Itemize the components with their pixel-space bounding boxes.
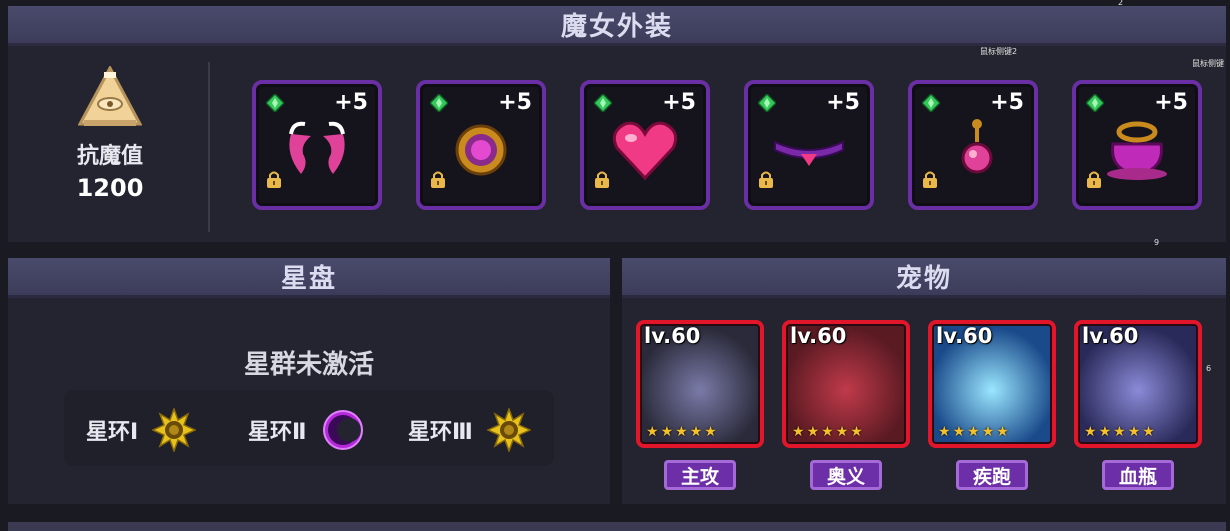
ring-3[interactable]: 星环Ⅲ — [408, 408, 531, 452]
debug-label: 9 — [1154, 238, 1160, 247]
costume-title: 魔女外装 — [560, 12, 673, 42]
pot-icon — [1107, 121, 1167, 180]
costume-slot[interactable]: +5 — [744, 80, 874, 210]
sun-icon — [486, 408, 531, 452]
slot-level: +5 — [1154, 90, 1188, 115]
pet-stars: ★ ★ ★ ★ ★ — [646, 424, 717, 440]
pet-stars: ★ ★ ★ ★ ★ — [792, 424, 863, 440]
pet-title: 宠物 — [895, 264, 952, 294]
star-icon: ★ — [689, 424, 703, 440]
costume-slot[interactable]: +5 — [1072, 80, 1202, 210]
pet-role-tag[interactable]: 主攻 — [664, 460, 736, 490]
horns-icon — [289, 121, 345, 174]
pet-card[interactable]: lv.60 ★ ★ ★ ★ ★ — [782, 320, 910, 448]
moon-icon — [322, 410, 363, 450]
green-gem-icon — [594, 94, 612, 112]
costume-slot[interactable]: +5 — [416, 80, 546, 210]
costume-header: 魔女外装 — [8, 6, 1226, 46]
pet-level: lv.60 — [1082, 324, 1139, 348]
star-icon: ★ — [952, 424, 966, 440]
ring-1-label: 星环Ⅰ — [86, 420, 139, 445]
star-icon: ★ — [704, 424, 717, 440]
star-icon: ★ — [821, 424, 834, 440]
green-gem-icon — [758, 94, 776, 112]
star-icon: ★ — [646, 424, 659, 440]
pet-level: lv.60 — [790, 324, 847, 348]
earring-icon — [961, 119, 993, 174]
slot-level: +5 — [990, 90, 1024, 115]
resist-value: 1200 — [76, 174, 144, 202]
lock-icon — [595, 171, 609, 188]
costume-slot[interactable]: +5 — [580, 80, 710, 210]
star-icon: ★ — [850, 424, 863, 440]
debug-label: 鼠标侧键2 — [980, 47, 1018, 56]
slot-level: +5 — [498, 90, 532, 115]
heart-icon — [612, 121, 678, 181]
green-gem-icon — [430, 94, 448, 112]
lock-icon — [923, 171, 937, 188]
star-icon: ★ — [1142, 424, 1155, 440]
bottom-panel-edge — [8, 522, 1226, 531]
pet-role-tag[interactable]: 疾跑 — [956, 460, 1028, 490]
star-icon: ★ — [835, 424, 849, 440]
pet-stars: ★ ★ ★ ★ ★ — [938, 424, 1009, 440]
ring-1[interactable]: 星环Ⅰ — [86, 408, 197, 452]
pet-card[interactable]: lv.60 ★ ★ ★ ★ ★ — [1074, 320, 1202, 448]
pet-header: 宠物 — [622, 258, 1226, 298]
green-gem-icon — [922, 94, 940, 112]
star-icon: ★ — [1084, 424, 1097, 440]
sun-icon — [152, 408, 197, 452]
resist-label: 抗魔值 — [76, 144, 143, 169]
ring-2[interactable]: 星环Ⅱ — [248, 408, 365, 452]
star-icon: ★ — [660, 424, 674, 440]
green-gem-icon — [1086, 94, 1104, 112]
pet-panel: 宠物 lv.60 ★ ★ ★ ★ ★ 主攻 lv.60 ★ ★ ★ ★ ★ 奥义 lv.60 ★ ★ ★ ★ ★ 疾跑 l… — [622, 258, 1226, 504]
star-icon: ★ — [996, 424, 1009, 440]
slot-level: +5 — [334, 90, 368, 115]
resist-block: 抗魔值 1200 — [68, 64, 152, 202]
star-icon: ★ — [981, 424, 995, 440]
pet-card[interactable]: lv.60 ★ ★ ★ ★ ★ — [636, 320, 764, 448]
lock-icon — [267, 171, 281, 188]
debug-label: 6 — [1206, 364, 1212, 373]
pet-level: lv.60 — [936, 324, 993, 348]
starmap-status: 星群未激活 — [243, 350, 374, 380]
pet-role-tag[interactable]: 奥义 — [810, 460, 882, 490]
slot-level: +5 — [826, 90, 860, 115]
amulet-icon — [455, 124, 507, 176]
pet-level: lv.60 — [644, 324, 701, 348]
star-icon: ★ — [675, 424, 688, 440]
star-icon: ★ — [1098, 424, 1112, 440]
star-icon: ★ — [806, 424, 820, 440]
starmap-panel: 星盘 星群未激活 星环Ⅰ 星环Ⅱ 星环Ⅲ — [8, 258, 610, 504]
pet-stars: ★ ★ ★ ★ ★ — [1084, 424, 1155, 440]
debug-label: 2 — [1118, 0, 1124, 7]
lock-icon — [431, 171, 445, 188]
eye-pyramid-icon — [77, 64, 143, 128]
starmap-header: 星盘 — [8, 258, 610, 298]
costume-panel: 魔女外装 抗魔值 1200 +5 +5 +5 +5 +5 +5 2 鼠标侧键2 鼠标侧键 … — [8, 0, 1226, 247]
debug-label: 鼠标侧键 — [1192, 59, 1224, 68]
ring-2-label: 星环Ⅱ — [248, 420, 307, 445]
starmap-title: 星盘 — [280, 264, 337, 294]
divider — [208, 62, 210, 232]
slot-level: +5 — [662, 90, 696, 115]
star-icon: ★ — [967, 424, 980, 440]
pet-role-tag[interactable]: 血瓶 — [1102, 460, 1174, 490]
costume-slot[interactable]: +5 — [252, 80, 382, 210]
pet-card[interactable]: lv.60 ★ ★ ★ ★ ★ — [928, 320, 1056, 448]
costume-slot[interactable]: +5 — [908, 80, 1038, 210]
star-icon: ★ — [1113, 424, 1126, 440]
choker-icon — [774, 140, 844, 166]
star-icon: ★ — [1127, 424, 1141, 440]
lock-icon — [759, 171, 773, 188]
ring-3-label: 星环Ⅲ — [408, 420, 473, 445]
star-icon: ★ — [938, 424, 951, 440]
lock-icon — [1087, 171, 1101, 188]
star-icon: ★ — [792, 424, 805, 440]
green-gem-icon — [266, 94, 284, 112]
